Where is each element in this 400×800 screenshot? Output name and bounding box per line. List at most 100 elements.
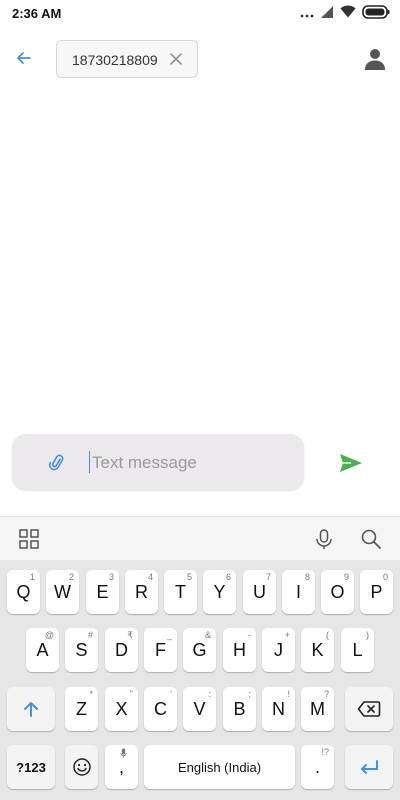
key-x[interactable]: X "	[105, 687, 138, 731]
key-label: L	[352, 639, 363, 660]
key-y[interactable]: Y6	[203, 570, 236, 614]
add-contact-button[interactable]	[362, 46, 388, 72]
key-label: B	[233, 698, 246, 719]
keyboard-search-button[interactable]	[360, 528, 382, 550]
back-button[interactable]	[12, 46, 36, 70]
key-hint: #	[87, 630, 93, 640]
voice-input-button[interactable]	[313, 528, 335, 550]
send-icon	[340, 454, 362, 472]
enter-key[interactable]	[345, 745, 393, 789]
key-hint: +	[284, 630, 290, 640]
key-t[interactable]: T5	[164, 570, 197, 614]
recipient-chip[interactable]: 18730218809	[56, 40, 198, 78]
shift-key[interactable]	[7, 687, 55, 731]
symbols-key[interactable]: ?123	[7, 745, 55, 789]
battery-icon	[362, 4, 390, 24]
key-label: P	[370, 581, 383, 602]
key-h[interactable]: H-	[223, 628, 256, 672]
key-label: F	[155, 639, 166, 660]
key-hint: 4	[147, 572, 153, 582]
key-hint: -	[248, 630, 251, 640]
key-hint: (	[326, 630, 329, 640]
key-hint: &	[204, 630, 211, 640]
key-label: U	[253, 581, 266, 602]
key-label: W	[54, 581, 71, 602]
key-hint: !?	[321, 747, 329, 757]
key-q[interactable]: Q1	[7, 570, 40, 614]
message-input[interactable]	[90, 448, 294, 478]
key-n[interactable]: N!	[262, 687, 295, 731]
message-list	[0, 90, 400, 420]
key-label: H	[233, 639, 246, 660]
key-hint: 2	[68, 572, 74, 582]
key-label: M	[310, 698, 325, 719]
key-hint: 3	[108, 572, 114, 582]
key-hint: "	[129, 689, 133, 699]
key-label: X	[115, 698, 128, 719]
key-label: I	[295, 581, 301, 602]
emoji-icon	[72, 758, 91, 776]
backspace-icon	[357, 701, 381, 717]
space-key[interactable]: English (India)	[144, 745, 295, 789]
key-k[interactable]: K(	[301, 628, 334, 672]
key-hint: _	[166, 630, 172, 640]
key-label: D	[115, 639, 128, 660]
key-j[interactable]: J +	[262, 628, 295, 672]
backspace-key[interactable]	[345, 687, 393, 731]
comma-key[interactable]: ,	[105, 745, 138, 789]
compose-box	[12, 434, 304, 490]
wifi-icon	[340, 5, 356, 23]
key-label: S	[75, 639, 88, 660]
key-s[interactable]: S #	[65, 628, 98, 672]
key-label: Q	[16, 581, 31, 602]
keyboard-menu-button[interactable]	[18, 528, 40, 550]
send-button[interactable]	[338, 450, 364, 476]
recipient-number: 18730218809	[72, 52, 158, 68]
status-time: 2:36 AM	[12, 6, 62, 21]
key-u[interactable]: U7	[243, 570, 276, 614]
key-hint: 6	[225, 572, 231, 582]
key-label: R	[135, 581, 148, 602]
key-o[interactable]: O9	[321, 570, 354, 614]
key-hint: 0	[382, 572, 388, 582]
keyboard: Q1 W2 E3 R4 T5 Y6 U7 I8 O9 P0 A @ S # D ₹ F…	[0, 560, 400, 800]
key-label: K	[311, 639, 324, 660]
key-hint: 1	[29, 572, 35, 582]
key-d[interactable]: D ₹	[105, 628, 138, 672]
key-m[interactable]: M?	[301, 687, 334, 731]
status-icons	[300, 4, 390, 24]
key-r[interactable]: R4	[125, 570, 158, 614]
key-hint: ₹	[127, 630, 133, 640]
key-hint: 7	[265, 572, 271, 582]
attach-button[interactable]	[48, 454, 66, 472]
enter-icon	[361, 760, 378, 774]
emoji-key[interactable]	[65, 745, 98, 789]
period-key[interactable]: . !?	[301, 745, 334, 789]
search-icon	[361, 529, 381, 549]
key-a[interactable]: A @	[26, 628, 59, 672]
key-i[interactable]: I8	[282, 570, 315, 614]
key-g[interactable]: G &	[183, 628, 216, 672]
mic-hint-icon	[120, 748, 127, 760]
key-c[interactable]: C '	[144, 687, 177, 731]
key-hint: *	[89, 689, 93, 699]
key-p[interactable]: P0	[360, 570, 393, 614]
key-b[interactable]: B;	[223, 687, 256, 731]
key-v[interactable]: V:	[183, 687, 216, 731]
key-z[interactable]: Z *	[65, 687, 98, 731]
key-label: J	[274, 639, 283, 660]
key-label: G	[192, 639, 207, 660]
key-label: T	[175, 581, 186, 602]
close-icon	[170, 53, 182, 65]
key-label: Z	[76, 698, 87, 719]
key-e[interactable]: E3	[86, 570, 119, 614]
key-l[interactable]: L)	[341, 628, 374, 672]
key-label: A	[36, 639, 49, 660]
remove-recipient-button[interactable]	[167, 50, 185, 68]
signal-icon	[320, 5, 334, 24]
more-notifications-icon	[300, 5, 314, 23]
status-bar: 2:36 AM	[0, 0, 400, 28]
key-f[interactable]: F _	[144, 628, 177, 672]
key-w[interactable]: W2	[46, 570, 79, 614]
key-label: C	[154, 698, 167, 719]
